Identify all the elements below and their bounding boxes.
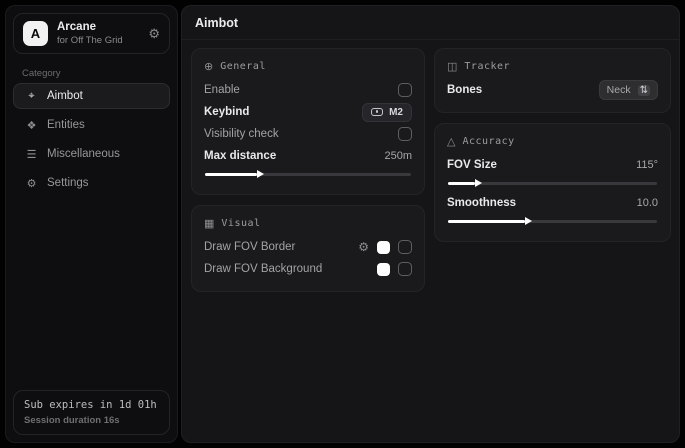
fov-size-slider[interactable] (448, 178, 657, 188)
slider-fill[interactable] (448, 220, 525, 223)
mouse-icon (371, 108, 383, 116)
keybind-row: Keybind M2 (204, 101, 412, 123)
settings-gear-icon: ⚙ (25, 177, 38, 190)
fov-size-label: FOV Size (447, 159, 497, 171)
sidebar-nav: ⌖ Aimbot ❖ Entities ☰ Miscellaneous ⚙ Se… (6, 83, 177, 196)
entities-icon: ❖ (25, 119, 38, 132)
fov-border-checkbox[interactable] (398, 240, 412, 254)
sidebar-item-entities[interactable]: ❖ Entities (13, 112, 170, 138)
sub-expires-text: Sub expires in 1d 01h (24, 399, 159, 411)
max-distance-value: 250m (384, 150, 412, 162)
accuracy-card: △ Accuracy FOV Size 115° Smoothness 10.0 (434, 123, 671, 242)
draw-fov-background-row: Draw FOV Background (204, 258, 412, 280)
max-distance-slider[interactable] (205, 169, 411, 179)
smoothness-label: Smoothness (447, 197, 516, 209)
app-window: A Arcane for Off The Grid ⚙ Category ⌖ A… (0, 0, 685, 448)
fov-border-gear-icon[interactable]: ⚙ (358, 240, 369, 254)
general-card: ⊕ General Enable Keybind M2 (191, 48, 425, 195)
page-header: Aimbot (182, 6, 679, 40)
smoothness-slider[interactable] (448, 216, 657, 226)
fov-background-checkbox[interactable] (398, 262, 412, 276)
fov-size-value: 115° (636, 159, 658, 171)
fov-size-row: FOV Size 115° (447, 154, 658, 176)
fov-background-color-swatch[interactable] (377, 263, 390, 276)
tracker-card-title: Tracker (464, 61, 510, 72)
sidebar-item-settings[interactable]: ⚙ Settings (13, 170, 170, 196)
page-title: Aimbot (195, 16, 238, 30)
app-logo-card: A Arcane for Off The Grid ⚙ (13, 13, 170, 54)
visibility-check-row: Visibility check (204, 123, 412, 145)
draw-fov-border-row: Draw FOV Border ⚙ (204, 236, 412, 258)
general-icon: ⊕ (204, 60, 213, 73)
subscription-info-card: Sub expires in 1d 01h Session duration 1… (13, 390, 170, 435)
session-duration-text: Session duration 16s (24, 415, 159, 426)
main-panel: Aimbot ⊕ General Enable Keybind (181, 5, 680, 443)
gear-icon[interactable]: ⚙ (148, 26, 160, 42)
app-identity: Arcane for Off The Grid (57, 21, 139, 46)
unfold-arrows-icon: ⇅ (638, 85, 650, 96)
bones-label: Bones (447, 84, 482, 96)
smoothness-row: Smoothness 10.0 (447, 192, 658, 214)
max-distance-label: Max distance (204, 150, 276, 162)
visual-icon: ▦ (204, 217, 214, 230)
enable-label: Enable (204, 84, 240, 96)
visibility-check-label: Visibility check (204, 128, 279, 140)
keybind-label: Keybind (204, 106, 249, 118)
keybind-button[interactable]: M2 (362, 103, 412, 122)
left-column: ⊕ General Enable Keybind M2 (191, 48, 425, 302)
visual-card-header: ▦ Visual (204, 217, 412, 230)
visual-card-title: Visual (221, 218, 260, 229)
general-card-header: ⊕ General (204, 60, 412, 73)
draw-fov-background-controls (377, 262, 412, 276)
smoothness-value: 10.0 (637, 197, 658, 209)
bones-row: Bones Neck ⇅ (447, 79, 658, 101)
bones-select-button[interactable]: Neck ⇅ (599, 80, 658, 100)
sidebar-item-label: Aimbot (47, 90, 83, 102)
visual-card: ▦ Visual Draw FOV Border ⚙ Draw FOV Back… (191, 205, 425, 292)
accuracy-card-title: Accuracy (462, 136, 514, 147)
slider-fill[interactable] (205, 173, 257, 176)
keybind-value: M2 (389, 107, 403, 118)
bones-selected-value: Neck (607, 84, 631, 96)
app-logo: A (23, 21, 48, 46)
draw-fov-border-controls: ⚙ (358, 240, 412, 254)
sidebar-item-label: Entities (47, 119, 85, 131)
app-name: Arcane (57, 21, 139, 33)
tracker-card: ◫ Tracker Bones Neck ⇅ (434, 48, 671, 113)
sliders-icon: ☰ (25, 148, 38, 161)
sidebar-item-label: Settings (47, 177, 89, 189)
sidebar-item-label: Miscellaneous (47, 148, 120, 160)
page-content: ⊕ General Enable Keybind M2 (182, 40, 679, 443)
visibility-check-checkbox[interactable] (398, 127, 412, 141)
draw-fov-background-label: Draw FOV Background (204, 263, 322, 275)
sidebar-item-aimbot[interactable]: ⌖ Aimbot (13, 83, 170, 109)
max-distance-row: Max distance 250m (204, 145, 412, 167)
sidebar-item-miscellaneous[interactable]: ☰ Miscellaneous (13, 141, 170, 167)
app-subtitle: for Off The Grid (57, 35, 139, 46)
accuracy-icon: △ (447, 135, 455, 148)
general-card-title: General (220, 61, 266, 72)
tracker-card-header: ◫ Tracker (447, 60, 658, 73)
accuracy-card-header: △ Accuracy (447, 135, 658, 148)
sidebar: A Arcane for Off The Grid ⚙ Category ⌖ A… (5, 5, 178, 443)
crosshair-icon: ⌖ (25, 90, 38, 103)
tracker-icon: ◫ (447, 60, 457, 73)
enable-row: Enable (204, 79, 412, 101)
draw-fov-border-label: Draw FOV Border (204, 241, 295, 253)
right-column: ◫ Tracker Bones Neck ⇅ △ Accuracy (434, 48, 671, 252)
enable-checkbox[interactable] (398, 83, 412, 97)
category-label: Category (22, 68, 177, 79)
slider-fill[interactable] (448, 182, 475, 185)
fov-border-color-swatch[interactable] (377, 241, 390, 254)
